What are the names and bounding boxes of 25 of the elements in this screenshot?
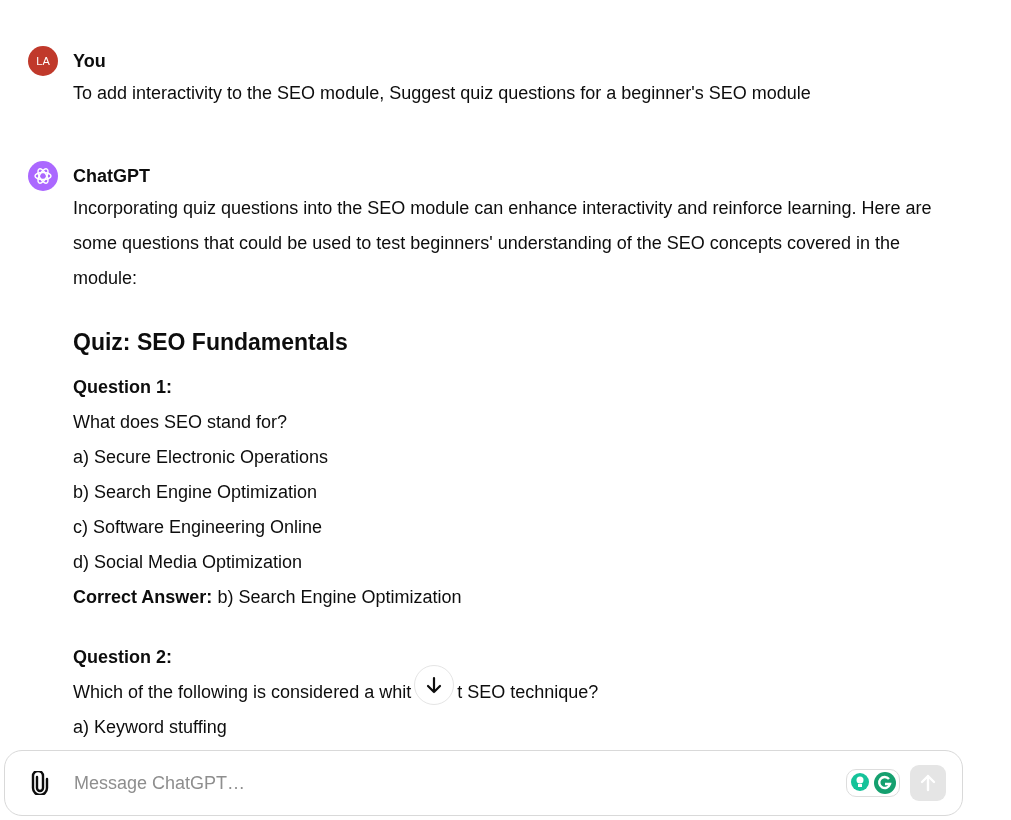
message-text: To add interactivity to the SEO module, Suggest quiz questions for a beginner's SEO module	[73, 82, 812, 105]
quiz-line: d) Social Media Optimization	[73, 551, 304, 574]
author-name: You	[73, 50, 107, 73]
message-text: Incorporating quiz questions into the SEO module can enhance interactivity and reinforce learning. Here are some questions that could be used to test beginners' understanding of the SEO concepts covered in the module:	[73, 197, 933, 290]
quiz-line: Correct Answer: b) Search Engine Optimization	[73, 586, 463, 609]
quiz-line: Which of the following is considered a whit	[73, 681, 412, 704]
up-arrow-icon	[920, 774, 936, 792]
down-arrow-icon	[426, 675, 443, 694]
quiz-line: What does SEO stand for?	[73, 411, 289, 434]
message-field[interactable]: Message ChatGPT…	[4, 750, 963, 816]
author-name: ChatGPT	[73, 165, 151, 188]
message-input[interactable]: Message ChatGPT…	[74, 769, 846, 797]
quiz-line: c) Software Engineering Online	[73, 516, 324, 539]
bulb-icon	[850, 772, 870, 794]
quiz-line: b) Search Engine Optimization	[73, 481, 319, 504]
quiz-line: a) Keyword stuffing	[73, 716, 228, 739]
grammarly-widget[interactable]	[846, 769, 900, 797]
quiz-line: t SEO technique?	[457, 681, 599, 704]
section-heading: Quiz: SEO Fundamentals	[73, 328, 349, 357]
quiz-line: a) Secure Electronic Operations	[73, 446, 330, 469]
paperclip-icon[interactable]	[29, 771, 51, 795]
question-label: Question 2:	[73, 646, 173, 669]
question-label: Question 1:	[73, 376, 173, 399]
user-avatar: LA	[28, 46, 58, 76]
grammarly-icon	[874, 772, 896, 794]
